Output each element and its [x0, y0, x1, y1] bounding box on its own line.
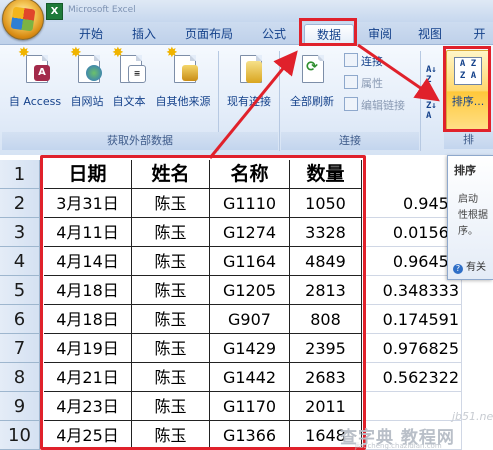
tooltip-description: 启动 性根据 序。 — [458, 192, 488, 240]
properties-button[interactable]: 属性 — [344, 75, 383, 91]
office-logo-icon — [10, 6, 36, 32]
cell-random[interactable]: 0.174591 — [362, 305, 462, 334]
connections-icon — [344, 53, 358, 67]
connections-label: 连接 — [361, 55, 383, 68]
sort-descending-icon[interactable]: Z↓ A — [426, 101, 437, 121]
existing-connections-button[interactable]: 现有连接 — [222, 51, 276, 108]
properties-label: 属性 — [361, 77, 383, 90]
existing-connections-icon — [234, 51, 264, 85]
existing-connections-label: 现有连接 — [227, 95, 271, 108]
from-access-button[interactable]: ✸ A 自 Access — [4, 45, 66, 108]
other-sources-icon: ✸ — [166, 45, 198, 85]
watermark-url: jiaocheng.chazidian.com — [355, 442, 442, 450]
cell-random[interactable] — [362, 392, 462, 421]
group-separator — [279, 51, 280, 151]
group-separator — [420, 51, 421, 151]
tab-developer[interactable]: 开 — [466, 24, 493, 44]
excel-icon[interactable]: X — [46, 3, 63, 20]
sort-tooltip: 排序 启动 性根据 序。 ? 有关 — [447, 155, 493, 280]
web-icon: ✸ — [70, 45, 102, 85]
refresh-icon: ⟳ — [297, 51, 327, 85]
from-access-label: 自 Access — [8, 95, 62, 108]
edit-links-button[interactable]: 编辑链接 — [344, 97, 405, 113]
tab-page-layout[interactable]: 页面布局 — [172, 24, 246, 44]
ribbon-tabs: 开始 插入 页面布局 公式 数据 审阅 视图 开 — [0, 22, 493, 45]
refresh-all-label: 全部刷新 — [290, 95, 334, 108]
row-header[interactable]: 10 — [0, 421, 40, 450]
help-icon: ? — [453, 264, 463, 274]
tooltip-help[interactable]: ? 有关 — [453, 258, 486, 274]
access-icon: ✸ A — [18, 45, 50, 85]
cell-random[interactable]: 0.348333 — [362, 276, 462, 305]
row-header[interactable]: 9 — [0, 392, 40, 421]
row-header[interactable]: 5 — [0, 276, 40, 305]
row-header[interactable]: 6 — [0, 305, 40, 334]
edit-links-label: 编辑链接 — [361, 99, 405, 112]
sort-button-highlight — [443, 46, 491, 132]
row-header[interactable]: 8 — [0, 363, 40, 392]
cell-random[interactable]: 0.562322 — [362, 363, 462, 392]
title-bar: X Microsoft Excel — [0, 0, 493, 40]
sort-ascending-icon[interactable]: A↓ Z — [426, 65, 437, 85]
watermark-site: jb51.net — [452, 410, 493, 423]
connections-button[interactable]: 连接 — [344, 53, 383, 69]
tab-formulas[interactable]: 公式 — [252, 24, 296, 44]
properties-icon — [344, 75, 358, 89]
tab-insert[interactable]: 插入 — [122, 24, 166, 44]
office-button[interactable] — [2, 0, 44, 40]
tab-view[interactable]: 视图 — [408, 24, 452, 44]
refresh-all-button[interactable]: ⟳ 全部刷新 — [284, 51, 340, 108]
from-text-label: 自文本 — [112, 95, 146, 108]
get-external-data-group-label: 获取外部数据 — [2, 132, 278, 150]
ribbon: ✸ A 自 Access ✸ 自网站 ✸ ≡ 自文本 ✸ 自其他来源 现有连接 … — [0, 44, 493, 156]
sort-group-label: 排 — [444, 131, 493, 149]
text-file-icon: ✸ ≡ — [112, 45, 146, 85]
tab-home[interactable]: 开始 — [66, 24, 116, 44]
row-header[interactable]: 7 — [0, 334, 40, 363]
tooltip-line: 性根据 — [458, 210, 488, 221]
row-header[interactable]: 1 — [0, 160, 40, 189]
tooltip-title: 排序 — [454, 164, 476, 177]
connections-group-label: 连接 — [281, 132, 419, 150]
tooltip-line: 启动 — [458, 194, 478, 205]
row-header[interactable]: 2 — [0, 189, 40, 218]
from-web-button[interactable]: ✸ 自网站 — [66, 45, 108, 108]
data-tab-highlight — [299, 18, 357, 46]
cell-random[interactable]: 0.976825 — [362, 334, 462, 363]
data-range-highlight — [40, 155, 366, 450]
from-other-sources-button[interactable]: ✸ 自其他来源 — [150, 45, 216, 108]
from-other-sources-label: 自其他来源 — [155, 95, 211, 108]
from-text-button[interactable]: ✸ ≡ 自文本 — [108, 45, 150, 108]
row-header[interactable]: 3 — [0, 218, 40, 247]
tab-review[interactable]: 审阅 — [360, 24, 400, 44]
window-title: Microsoft Excel — [68, 5, 136, 15]
from-web-label: 自网站 — [70, 95, 104, 108]
tooltip-help-label: 有关 — [466, 262, 486, 273]
tooltip-line: 序。 — [458, 226, 478, 237]
row-header[interactable]: 4 — [0, 247, 40, 276]
edit-links-icon — [344, 97, 358, 111]
